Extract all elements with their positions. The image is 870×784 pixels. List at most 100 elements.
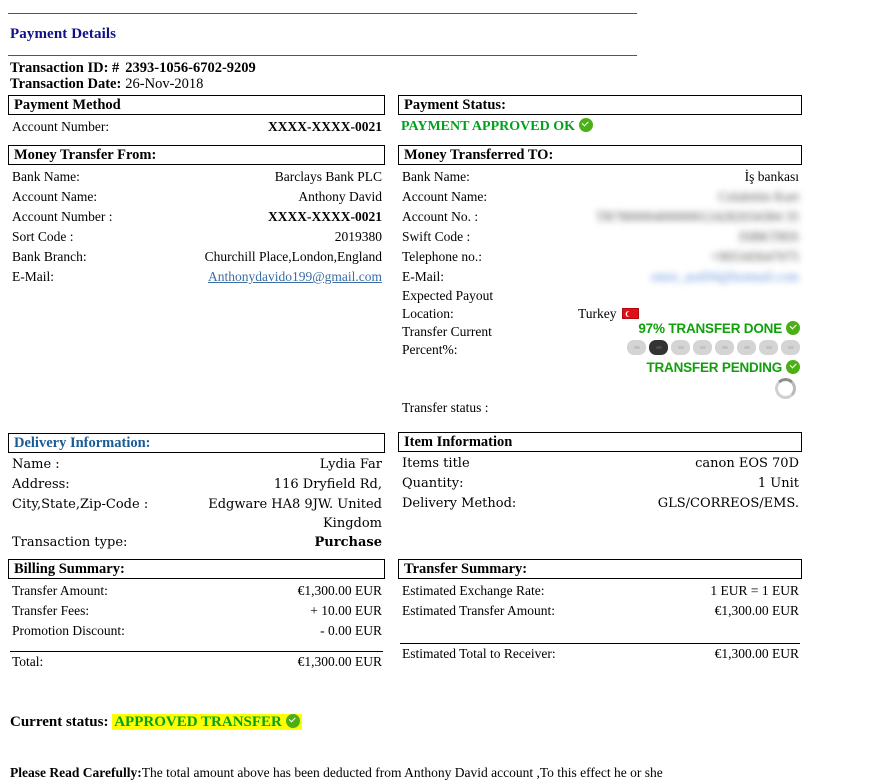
row-label: Delivery Method: (402, 496, 517, 511)
row-label: Account Name: (12, 189, 98, 204)
transfer-total-row: Estimated Total to Receiver: €1,300.00 E… (398, 644, 802, 666)
row-label: Promotion Discount: (12, 623, 125, 638)
payment-status-panel: Payment Status: PAYMENT APPROVED OK (398, 95, 802, 135)
table-row: Name : Lydia Far (8, 455, 385, 475)
row-label: E-Mail: (12, 269, 54, 284)
row-label: City,State,Zip-Code : (12, 497, 149, 512)
transfer-percent-label: Transfer Current Percent%: (402, 323, 492, 359)
table-row: Promotion Discount: - 0.00 EUR (8, 621, 385, 641)
table-row: Address: 116 Dryfield Rd, (8, 475, 385, 495)
table-row: Bank Name: Barclays Bank PLC (8, 167, 385, 187)
current-status-label: Current status: (10, 714, 109, 730)
sender-email-link[interactable]: Anthonydavido199@gmail.com (208, 267, 382, 287)
money-transfer-from-rows: Bank Name: Barclays Bank PLC Account Nam… (8, 165, 385, 287)
progress-segment (693, 340, 712, 355)
table-row: Account Number : XXXX-XXXX-0021 (8, 207, 385, 227)
transfer-total-label: Estimated Total to Receiver: (402, 646, 556, 661)
row-label: Name : (12, 457, 60, 472)
progress-segment (671, 340, 690, 355)
row-label: Sort Code : (12, 229, 74, 244)
row-value: canon EOS 70D (695, 456, 799, 471)
billing-summary-heading: Billing Summary: (8, 559, 385, 579)
billing-total-value: €1,300.00 EUR (297, 654, 382, 669)
table-row: Bank Name: İş bankası (398, 167, 802, 187)
money-transferred-to-rows: Bank Name: İş bankası Account Name: Cela… (398, 165, 802, 419)
transaction-id-row: Transaction ID: # 2393-1056-6702-9209 (10, 60, 256, 76)
payment-status-heading: Payment Status: (398, 95, 802, 115)
payment-status-text: PAYMENT APPROVED OK (401, 119, 575, 134)
row-value: €1,300.00 EUR (714, 603, 799, 618)
transfer-summary-heading: Transfer Summary: (398, 559, 802, 579)
payment-method-panel: Payment Method Account Number: XXXX-XXXX… (8, 95, 385, 137)
transaction-date-label: Transaction Date: (10, 76, 122, 92)
transaction-date-row: Transaction Date: 26-Nov-2018 (10, 76, 256, 92)
row-value: 2019380 (334, 229, 382, 244)
money-transfer-from-heading: Money Transfer From: (8, 145, 385, 165)
transfer-done-text: 97% TRANSFER DONE (638, 321, 782, 336)
spacer-row (398, 621, 802, 633)
row-value: İş bankası (744, 169, 799, 184)
progress-segment (781, 340, 800, 355)
transfer-status-row: Transfer status : (398, 397, 802, 419)
row-value: €1,300.00 EUR (297, 583, 382, 598)
table-row: Account No. : TR780000400000012428203438… (398, 207, 802, 227)
row-value: XXXX-XXXX-0021 (268, 209, 382, 224)
row-value: XXXX-XXXX-0021 (268, 119, 382, 134)
transfer-summary-rows: Estimated Exchange Rate: 1 EUR = 1 EUR E… (398, 579, 802, 666)
table-row: City,State,Zip-Code : Edgware HA8 9JW. U… (8, 495, 385, 533)
row-label: Swift Code : (402, 229, 471, 244)
row-value: Anthony David (298, 189, 382, 204)
row-label: Bank Branch: (12, 249, 87, 264)
table-row: Sort Code : 2019380 (8, 227, 385, 247)
table-row: Telephone no.: +905345647075 (398, 247, 802, 267)
transfer-pending-text: TRANSFER PENDING (646, 360, 782, 375)
row-label: Account Number : (12, 209, 113, 224)
payment-status-value-row: PAYMENT APPROVED OK (398, 115, 802, 135)
row-value: Churchill Place,London,England (204, 249, 382, 264)
row-label: Transaction type: (12, 535, 128, 550)
current-status-value: APPROVED TRANSFER (114, 714, 282, 730)
row-value: - 0.00 EUR (320, 623, 382, 638)
check-circle-icon (578, 118, 593, 132)
item-information-heading: Item Information (398, 432, 802, 452)
check-circle-icon (786, 321, 800, 335)
progress-segment (759, 340, 778, 355)
delivery-information-heading: Delivery Information: (8, 433, 385, 453)
payout-label-line2: Location: (402, 306, 454, 321)
money-transferred-to-panel: Money Transferred TO: Bank Name: İş bank… (398, 145, 802, 419)
row-label: Transfer Amount: (12, 583, 108, 598)
table-row: E-Mail: Anthonydavido199@gmail.com (8, 267, 385, 287)
row-value: Lydia Far (319, 457, 382, 472)
payment-details-document: Payment Details Transaction ID: # 2393-10… (0, 0, 870, 784)
row-label: Account No. : (402, 209, 479, 224)
row-label: Account Name: (402, 189, 488, 204)
row-value: Edgware HA8 9JW. United Kingdom (208, 497, 382, 531)
table-row: Estimated Transfer Amount: €1,300.00 EUR (398, 601, 802, 621)
transfer-pending-badge: TRANSFER PENDING (646, 360, 800, 375)
row-value-redacted: Celalettin Kurt (718, 189, 799, 204)
payment-method-heading: Payment Method (8, 95, 385, 115)
progress-bar (627, 340, 800, 355)
progress-segment (715, 340, 734, 355)
transfer-total-value: €1,300.00 EUR (714, 646, 799, 661)
row-value-redacted: emre_aral94@hotmail.com (651, 269, 799, 284)
row-value-redacted: TR7800004000000124282034384 35 (596, 209, 799, 224)
footer-note-text: The total amount above has been deducted… (141, 765, 663, 780)
footer-note-label: Please Read Carefully: (10, 765, 142, 780)
table-row: Bank Branch: Churchill Place,London,Engl… (8, 247, 385, 267)
transaction-date-value: 26-Nov-2018 (125, 76, 204, 92)
item-information-rows: Items title canon EOS 70D Quantity: 1 Un… (398, 452, 802, 514)
row-label: Estimated Transfer Amount: (402, 603, 555, 618)
table-row: Transfer Amount: €1,300.00 EUR (8, 581, 385, 601)
row-label: Transfer Fees: (12, 603, 90, 618)
table-row: Account Name: Anthony David (8, 187, 385, 207)
transfer-percent-label-line2: Percent%: (402, 342, 458, 357)
table-row: Transaction type: Purchase (8, 533, 385, 553)
table-row: Account Name: Celalettin Kurt (398, 187, 802, 207)
row-value: GLS/CORREOS/EMS. (657, 496, 799, 511)
transfer-status-label: Transfer status : (402, 400, 489, 415)
row-label: Bank Name: (402, 169, 470, 184)
transaction-info: Transaction ID: # 2393-1056-6702-9209 Tra… (10, 60, 256, 92)
row-label: E-Mail: (402, 269, 444, 284)
table-row: Swift Code : ISBKTRIS (398, 227, 802, 247)
